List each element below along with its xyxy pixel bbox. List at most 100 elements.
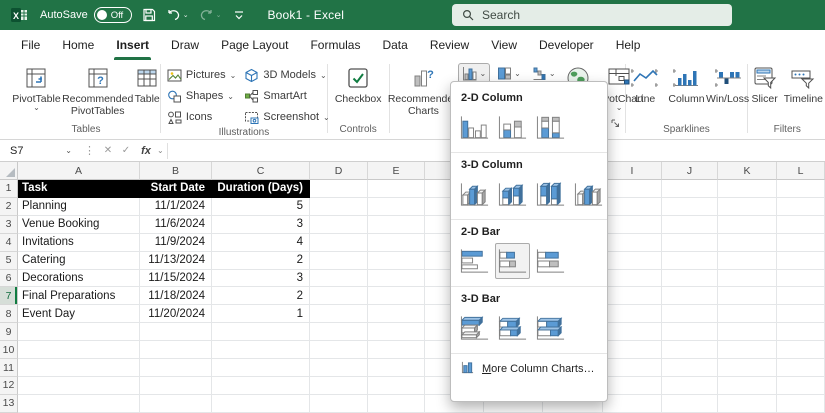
cell-C13[interactable] — [212, 395, 310, 413]
timeline-button[interactable]: Timeline — [782, 63, 825, 106]
cell-D3[interactable] — [310, 216, 368, 234]
cell-K10[interactable] — [718, 341, 777, 359]
slicer-button[interactable]: Slicer — [749, 63, 779, 106]
cell-L2[interactable] — [777, 198, 825, 216]
search-input[interactable]: Search — [452, 4, 732, 26]
cell-K7[interactable] — [718, 287, 777, 305]
tab-data[interactable]: Data — [371, 30, 418, 60]
cell-J7[interactable] — [662, 287, 718, 305]
cell-A3[interactable]: Venue Booking — [18, 216, 140, 234]
cell-I9[interactable] — [603, 323, 662, 341]
cell-K2[interactable] — [718, 198, 777, 216]
cell-J12[interactable] — [662, 377, 718, 395]
cell-A8[interactable]: Event Day — [18, 305, 140, 323]
chart-type-stacked-bar[interactable] — [495, 243, 530, 279]
cell-E13[interactable] — [368, 395, 425, 413]
cell-L3[interactable] — [777, 216, 825, 234]
cell-I3[interactable] — [603, 216, 662, 234]
cell-L9[interactable] — [777, 323, 825, 341]
sparkline-column-button[interactable]: Column — [666, 63, 706, 106]
cell-K3[interactable] — [718, 216, 777, 234]
cell-I12[interactable] — [603, 377, 662, 395]
cell-E4[interactable] — [368, 234, 425, 252]
chart-type-100-percent-stacked-bar[interactable] — [533, 243, 568, 279]
cell-L11[interactable] — [777, 359, 825, 377]
cell-L1[interactable] — [777, 180, 825, 198]
cell-E5[interactable] — [368, 252, 425, 270]
cell-B2[interactable]: 11/1/2024 — [140, 198, 212, 216]
cell-B12[interactable] — [140, 377, 212, 395]
cell-L8[interactable] — [777, 305, 825, 323]
cell-E1[interactable] — [368, 180, 425, 198]
cell-D2[interactable] — [310, 198, 368, 216]
cell-I2[interactable] — [603, 198, 662, 216]
cell-D1[interactable] — [310, 180, 368, 198]
sparkline-winloss-button[interactable]: Win/Loss — [711, 63, 745, 106]
cell-L10[interactable] — [777, 341, 825, 359]
cell-D10[interactable] — [310, 341, 368, 359]
cell-D7[interactable] — [310, 287, 368, 305]
column-header-L[interactable]: L — [777, 162, 825, 180]
cell-L4[interactable] — [777, 234, 825, 252]
cell-J8[interactable] — [662, 305, 718, 323]
cell-D8[interactable] — [310, 305, 368, 323]
cell-I6[interactable] — [603, 270, 662, 288]
chart-type-100-percent-stacked-column[interactable] — [533, 109, 568, 145]
cell-K12[interactable] — [718, 377, 777, 395]
cell-K9[interactable] — [718, 323, 777, 341]
cell-A5[interactable]: Catering — [18, 252, 140, 270]
row-header-13[interactable]: 13 — [0, 395, 18, 413]
recommended-pivottables-button[interactable]: ? Recommended PivotTables — [65, 63, 131, 118]
cell-K1[interactable] — [718, 180, 777, 198]
cell-C6[interactable]: 3 — [212, 270, 310, 288]
column-header-J[interactable]: J — [662, 162, 718, 180]
tab-insert[interactable]: Insert — [105, 30, 160, 60]
cell-I7[interactable] — [603, 287, 662, 305]
cell-A1[interactable]: Task — [18, 180, 140, 198]
cell-B6[interactable]: 11/15/2024 — [140, 270, 212, 288]
cell-C10[interactable] — [212, 341, 310, 359]
cell-J1[interactable] — [662, 180, 718, 198]
cell-C9[interactable] — [212, 323, 310, 341]
shapes-button[interactable]: Shapes ⌄ — [167, 86, 236, 106]
tab-formulas[interactable]: Formulas — [299, 30, 371, 60]
cell-J3[interactable] — [662, 216, 718, 234]
chart-type-3d-column[interactable] — [571, 176, 606, 212]
cell-J13[interactable] — [662, 395, 718, 413]
cell-J6[interactable] — [662, 270, 718, 288]
tab-draw[interactable]: Draw — [160, 30, 210, 60]
tab-home[interactable]: Home — [51, 30, 105, 60]
cell-E8[interactable] — [368, 305, 425, 323]
chart-type-3d-stacked-bar[interactable] — [495, 310, 530, 346]
row-header-4[interactable]: 4 — [0, 234, 18, 252]
cell-J5[interactable] — [662, 252, 718, 270]
insert-function-button[interactable]: fx — [135, 145, 157, 157]
cell-E2[interactable] — [368, 198, 425, 216]
cell-I4[interactable] — [603, 234, 662, 252]
cell-D9[interactable] — [310, 323, 368, 341]
cell-L13[interactable] — [777, 395, 825, 413]
charts-dialog-launcher[interactable] — [611, 115, 620, 133]
row-header-3[interactable]: 3 — [0, 216, 18, 234]
cell-A9[interactable] — [18, 323, 140, 341]
tab-file[interactable]: File — [10, 30, 51, 60]
cell-I10[interactable] — [603, 341, 662, 359]
row-header-12[interactable]: 12 — [0, 377, 18, 395]
cell-E12[interactable] — [368, 377, 425, 395]
cell-E3[interactable] — [368, 216, 425, 234]
cell-B11[interactable] — [140, 359, 212, 377]
cell-I1[interactable] — [603, 180, 662, 198]
row-header-8[interactable]: 8 — [0, 305, 18, 323]
cell-K4[interactable] — [718, 234, 777, 252]
undo-button[interactable]: ⌄ — [166, 8, 189, 22]
chart-type-3d-100-percent-stacked-column[interactable] — [533, 176, 568, 212]
cell-A11[interactable] — [18, 359, 140, 377]
row-header-6[interactable]: 6 — [0, 270, 18, 288]
tab-view[interactable]: View — [480, 30, 528, 60]
cell-A6[interactable]: Decorations — [18, 270, 140, 288]
cell-C1[interactable]: Duration (Days) — [212, 180, 310, 198]
row-header-5[interactable]: 5 — [0, 252, 18, 270]
icons-button[interactable]: Icons — [167, 107, 236, 127]
cell-D11[interactable] — [310, 359, 368, 377]
cell-I13[interactable] — [603, 395, 662, 413]
